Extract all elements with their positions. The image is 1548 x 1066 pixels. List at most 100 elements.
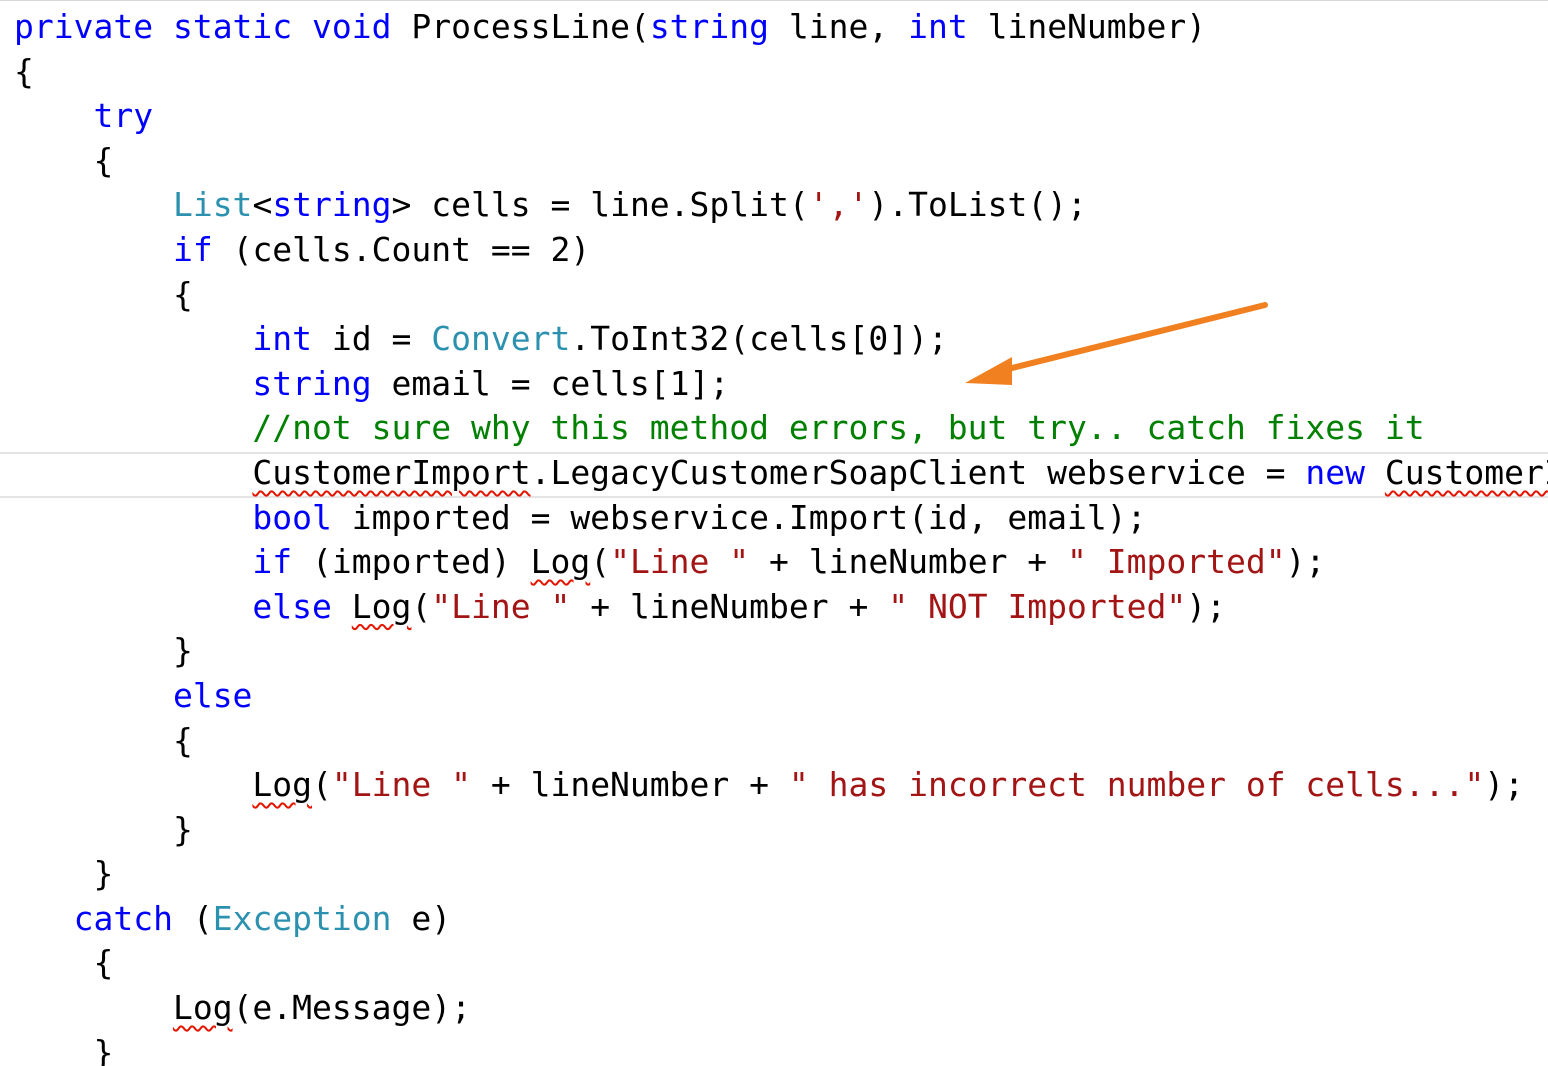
string-token: "Line " [610,542,750,582]
keyword-token: else [172,675,253,715]
code-line[interactable]: { [14,273,1548,318]
keyword-token: void [312,7,392,46]
type-token: Convert [431,319,571,359]
code-token: { [14,720,193,760]
code-token: line, [769,7,909,46]
keyword-token: string [252,363,372,403]
code-token: (imported) [292,542,531,582]
code-line[interactable]: catch (Exception e) [14,897,1548,942]
code-token: > cells = line.Split( [391,185,809,225]
keyword-token: if [172,229,213,269]
code-token: } [14,1032,114,1066]
type-token: Exception [212,898,392,938]
code-token: lineNumber) [967,7,1207,46]
code-token: ( [172,898,213,938]
string-token: " Imported" [1067,542,1286,582]
code-token: ProcessLine( [391,7,650,46]
code-line[interactable]: else [14,674,1548,719]
code-token: e) [391,898,452,938]
code-line[interactable]: { [14,139,1548,184]
string-token: "Line " [431,586,571,626]
code-line[interactable]: List<string> cells = line.Split(',').ToL… [14,183,1548,228]
code-token: ( [590,542,611,582]
keyword-token: new [1305,452,1366,492]
code-token: } [14,809,193,849]
code-line[interactable]: { [14,941,1548,986]
code-token: { [14,943,114,983]
code-line[interactable]: string email = cells[1]; [14,362,1548,407]
string-token: " has incorrect number of cells..." [788,765,1485,805]
code-line[interactable]: if (imported) Log("Line " + lineNumber +… [14,540,1548,585]
string-token: " NOT Imported" [888,586,1187,626]
code-line[interactable]: { [14,50,1548,95]
code-token: imported = webservice.Import(id, email); [331,497,1147,537]
code-token: ); [1285,542,1326,582]
code-token: id = [312,319,432,359]
keyword-token: static [172,7,293,46]
keyword-token: else [252,586,332,626]
code-token: } [14,631,193,671]
code-editor[interactable]: private static void ProcessLine(string l… [0,0,1548,1066]
code-line[interactable]: { [14,719,1548,764]
code-line[interactable]: //not sure why this method errors, but t… [14,406,1548,451]
code-token: email = cells[1]; [371,363,730,403]
keyword-token: int [252,319,313,359]
code-token: (cells.Count == 2) [212,229,591,269]
code-line[interactable]: } [14,1031,1548,1066]
error-squiggle-token: Log [530,542,591,582]
code-token: ); [1484,765,1524,805]
code-line[interactable]: } [14,808,1548,853]
keyword-token: if [252,542,293,582]
code-token: + lineNumber + [749,542,1068,582]
error-squiggle-token: CustomerImport [1384,452,1548,492]
code-line[interactable]: try [14,94,1548,139]
keyword-token: private [14,7,154,46]
keyword-token: string [649,7,770,46]
code-line[interactable]: int id = Convert.ToInt32(cells[0]); [14,317,1548,362]
code-token: ( [312,765,332,805]
code-token: ( [411,586,432,626]
keyword-token: int [908,7,968,46]
code-token: ); [1186,586,1226,626]
code-token: { [14,140,114,180]
code-token: { [14,274,193,314]
code-token: (e.Message); [232,988,471,1028]
code-line[interactable]: else Log("Line " + lineNumber + " NOT Im… [14,585,1548,630]
code-token: .ToInt32(cells[0]); [570,319,948,359]
code-line[interactable]: Log(e.Message); [14,986,1548,1031]
code-line[interactable]: if (cells.Count == 2) [14,228,1548,273]
code-line[interactable]: } [14,629,1548,674]
code-text[interactable]: private static void ProcessLine(string l… [14,5,1548,1066]
code-line[interactable]: bool imported = webservice.Import(id, em… [14,496,1548,541]
code-token: } [14,854,114,894]
keyword-token: try [93,96,154,136]
type-token: List [172,185,253,225]
code-line[interactable]: CustomerImport .LegacyCustomerSoapClient … [14,451,1548,496]
code-token: .LegacyCustomerSoapClient webservice = [530,452,1306,492]
code-token: + lineNumber + [470,765,789,805]
code-line[interactable]: } [14,852,1548,897]
code-token: { [14,51,34,91]
code-token: + lineNumber + [570,586,889,626]
code-line[interactable]: private static void ProcessLine(string l… [14,5,1548,50]
code-line[interactable]: Log("Line " + lineNumber + " has incorre… [14,763,1548,808]
error-squiggle-token: Log [172,988,233,1028]
string-token: ',' [808,185,869,225]
